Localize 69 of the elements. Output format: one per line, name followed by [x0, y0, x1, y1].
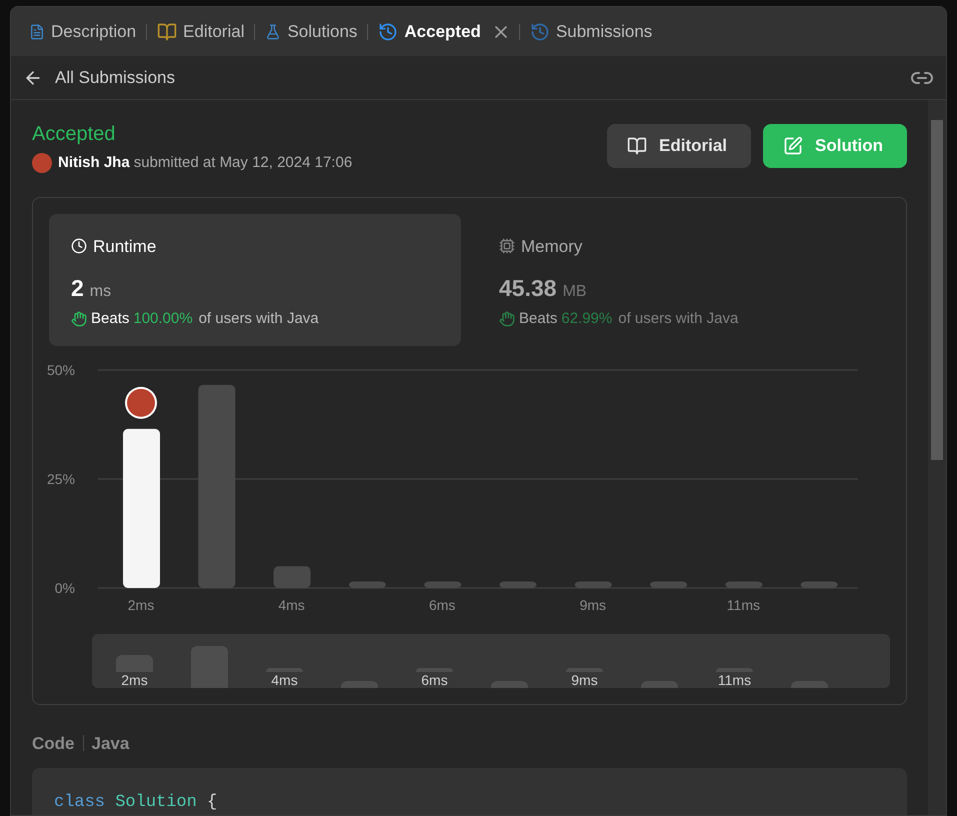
metric-unit: ms: [90, 282, 112, 302]
metric-card[interactable]: Memory 45.38 MB Beats 62.99% of users with Java: [477, 214, 889, 346]
histogram-bar: [574, 580, 612, 588]
mini-bar: [491, 680, 528, 688]
history-icon: [378, 22, 398, 42]
user-avatar: [32, 153, 52, 174]
histogram-bar: [500, 580, 536, 588]
metric-title: Memory: [521, 236, 582, 258]
tab[interactable]: Accepted: [376, 18, 483, 44]
hand-icon: [71, 310, 87, 327]
tab[interactable]: Submissions: [528, 18, 654, 44]
edit-icon: [783, 136, 803, 156]
submission-time: submitted at May 12, 2024 17:06: [134, 153, 352, 173]
axis-label: 2ms: [128, 596, 154, 610]
navigator-label: 9ms: [571, 672, 598, 688]
editorial-button[interactable]: Editorial: [607, 124, 751, 168]
navigator-label: 2ms: [121, 672, 148, 688]
histogram-bar: [348, 580, 386, 588]
tab[interactable]: Editorial: [155, 18, 246, 44]
navigator-label: 11ms: [718, 672, 752, 688]
beats-percent: 62.99%: [561, 308, 612, 328]
scrollbar-thumb[interactable]: [931, 120, 943, 460]
histogram-bar: [725, 580, 762, 588]
navigator-label: 4ms: [271, 672, 298, 688]
metric-unit: MB: [562, 282, 587, 302]
metric-title: Runtime: [93, 236, 156, 258]
book-icon: [627, 136, 647, 156]
histogram-bar: [274, 566, 311, 588]
beats-suffix: of users with Java: [198, 308, 319, 328]
document-icon: [29, 24, 45, 40]
flask-icon: [265, 24, 282, 40]
mini-bar: [341, 680, 378, 688]
metric-card[interactable]: Runtime 2 ms Beats 100.00% of users with Java: [49, 214, 461, 346]
axis-label: 4ms: [278, 596, 305, 610]
chip-icon: [499, 238, 515, 254]
axis-label: 25%: [46, 470, 75, 486]
metric-value: 2: [71, 274, 84, 303]
navigator-label: 6ms: [421, 672, 448, 688]
beats-label: Beats: [91, 308, 130, 328]
author-name[interactable]: Nitish Jha: [58, 152, 130, 174]
tab[interactable]: Solutions: [263, 18, 360, 44]
language-label: Java: [92, 732, 130, 754]
axis-label: 50%: [46, 362, 75, 378]
axis-label: 0%: [54, 580, 75, 596]
beats-percent: 100.00%: [133, 308, 193, 328]
mini-bar: [641, 680, 678, 688]
status-title: Accepted: [32, 122, 116, 146]
clock-icon: [71, 238, 87, 254]
all-submissions-link[interactable]: All Submissions: [55, 64, 175, 90]
histogram-bar: [424, 580, 462, 588]
chart-navigator[interactable]: 2ms 4ms 6ms 9ms 11ms: [92, 634, 890, 688]
avatar-marker: [125, 386, 157, 418]
hand-icon: [499, 310, 515, 327]
book-icon: [157, 22, 178, 42]
history-icon: [530, 22, 550, 42]
code-label: Code: [32, 732, 74, 754]
tab[interactable]: Description: [27, 18, 138, 44]
beats-suffix: of users with Java: [618, 308, 738, 328]
mini-bar: [191, 646, 228, 688]
code-line: class Solution {: [54, 792, 218, 814]
axis-label: 6ms: [428, 596, 456, 610]
histogram-bar: [650, 580, 688, 588]
axis-label: 11ms: [726, 596, 760, 610]
axis-label: 9ms: [580, 596, 606, 610]
histogram-bar: [800, 580, 838, 588]
mini-bar: [791, 680, 828, 688]
scrollbar[interactable]: [928, 100, 946, 815]
metric-value: 45.38: [499, 274, 557, 303]
beats-label: Beats: [519, 308, 558, 328]
